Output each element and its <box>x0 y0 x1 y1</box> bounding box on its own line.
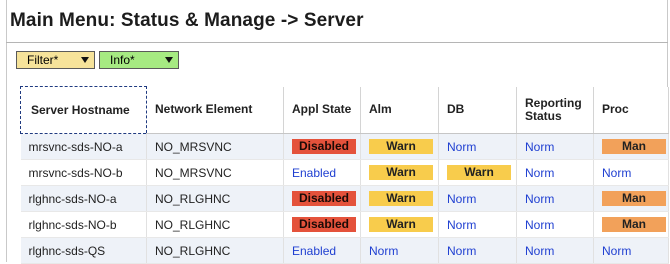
col-header-alm[interactable]: Alm <box>360 86 439 134</box>
cell-alm: Warn <box>360 133 439 160</box>
status-text-norm: Norm <box>447 217 477 232</box>
col-header-db[interactable]: DB <box>438 86 517 134</box>
chevron-down-icon <box>81 57 89 63</box>
cell-rep: Norm <box>516 159 594 186</box>
network-element: NO_MRSVNC <box>155 165 232 180</box>
status-badge-warn: Warn <box>369 139 433 154</box>
server-hostname: mrsvnc-sds-NO-a <box>28 139 123 154</box>
cell-rep: Norm <box>516 237 594 264</box>
cell-db: Warn <box>438 159 517 186</box>
cell-proc: Man <box>593 211 669 238</box>
status-badge-warn: Warn <box>369 217 433 232</box>
status-badge-disabled: Disabled <box>292 217 356 232</box>
cell-rep: Norm <box>516 133 594 160</box>
status-text-norm: Norm <box>525 165 555 180</box>
cell-rep: Norm <box>516 185 594 212</box>
status-text-norm: Norm <box>447 191 477 206</box>
status-badge-man: Man <box>602 191 666 206</box>
network-element: NO_MRSVNC <box>155 139 232 154</box>
cell-alm: Warn <box>360 211 439 238</box>
cell-hostname: rlghnc-sds-NO-a <box>20 185 147 212</box>
cell-ne: NO_RLGHNC <box>146 237 284 264</box>
table-row[interactable]: rlghnc-sds-QS NO_RLGHNC Enabled Norm Norm Nor… <box>20 237 669 264</box>
status-badge-man: Man <box>602 217 666 232</box>
table-header-row: Server Hostname Network Element Appl Sta… <box>20 86 669 134</box>
status-badge-disabled: Disabled <box>292 191 356 206</box>
cell-alm: Warn <box>360 159 439 186</box>
page-title: Main Menu: Status & Manage -> Server <box>10 10 364 31</box>
cell-db: Norm <box>438 185 517 212</box>
status-text-norm: Norm <box>369 243 399 258</box>
server-hostname: rlghnc-sds-QS <box>28 243 106 258</box>
status-badge-warn: Warn <box>369 191 433 206</box>
col-header-appl-state[interactable]: Appl State <box>283 86 361 134</box>
table-row[interactable]: mrsvnc-sds-NO-b NO_MRSVNC Enabled Warn Warn N… <box>20 159 669 186</box>
table-row[interactable]: mrsvnc-sds-NO-a NO_MRSVNC Disabled Warn Norm… <box>20 133 669 160</box>
table-row[interactable]: rlghnc-sds-NO-b NO_RLGHNC Disabled Warn Norm… <box>20 211 669 238</box>
chevron-down-icon <box>165 57 173 63</box>
server-hostname: rlghnc-sds-NO-a <box>28 191 117 206</box>
filter-dropdown[interactable]: Filter* <box>16 51 95 69</box>
cell-appl: Enabled <box>283 159 361 186</box>
cell-hostname: mrsvnc-sds-NO-a <box>20 133 147 160</box>
server-hostname: mrsvnc-sds-NO-b <box>28 165 123 180</box>
cell-ne: NO_RLGHNC <box>146 211 284 238</box>
cell-appl: Disabled <box>283 133 361 160</box>
cell-ne: NO_MRSVNC <box>146 159 284 186</box>
status-text-norm: Norm <box>447 243 477 258</box>
status-text-norm: Norm <box>525 191 555 206</box>
table-row[interactable]: rlghnc-sds-NO-a NO_RLGHNC Disabled Warn Norm… <box>20 185 669 212</box>
network-element: NO_RLGHNC <box>155 191 231 206</box>
cell-proc: Norm <box>593 237 669 264</box>
col-header-network-element[interactable]: Network Element <box>146 86 284 134</box>
cell-proc: Norm <box>593 159 669 186</box>
cell-ne: NO_MRSVNC <box>146 133 284 160</box>
server-table-container: Server Hostname Network Element Appl Sta… <box>20 86 669 264</box>
network-element: NO_RLGHNC <box>155 217 231 232</box>
cell-db: Norm <box>438 133 517 160</box>
col-header-server-hostname[interactable]: Server Hostname <box>20 86 147 134</box>
cell-appl: Disabled <box>283 185 361 212</box>
cell-alm: Warn <box>360 185 439 212</box>
cell-ne: NO_RLGHNC <box>146 185 284 212</box>
cell-hostname: rlghnc-sds-NO-b <box>20 211 147 238</box>
info-dropdown[interactable]: Info* <box>99 51 179 69</box>
status-text-norm: Norm <box>602 165 632 180</box>
col-header-proc[interactable]: Proc <box>593 86 669 134</box>
status-text-norm: Norm <box>525 217 555 232</box>
status-text-norm: Norm <box>602 243 632 258</box>
cell-appl: Enabled <box>283 237 361 264</box>
cell-alm: Norm <box>360 237 439 264</box>
cell-hostname: mrsvnc-sds-NO-b <box>20 159 147 186</box>
status-text-norm: Norm <box>525 139 555 154</box>
cell-db: Norm <box>438 211 517 238</box>
cell-hostname: rlghnc-sds-QS <box>20 237 147 264</box>
cell-appl: Disabled <box>283 211 361 238</box>
status-text-enabled: Enabled <box>292 165 337 180</box>
status-text-norm: Norm <box>525 243 555 258</box>
server-hostname: rlghnc-sds-NO-b <box>28 217 117 232</box>
status-text-norm: Norm <box>447 139 477 154</box>
cell-rep: Norm <box>516 211 594 238</box>
server-table: Server Hostname Network Element Appl Sta… <box>20 86 669 264</box>
status-text-enabled: Enabled <box>292 243 337 258</box>
cell-db: Norm <box>438 237 517 264</box>
status-badge-warn: Warn <box>369 165 433 180</box>
status-badge-man: Man <box>602 139 666 154</box>
cell-proc: Man <box>593 185 669 212</box>
network-element: NO_RLGHNC <box>155 243 231 258</box>
cell-proc: Man <box>593 133 669 160</box>
status-badge-disabled: Disabled <box>292 139 356 154</box>
title-divider <box>6 42 668 43</box>
filter-dropdown-label: Filter* <box>27 53 59 67</box>
col-header-reporting-status[interactable]: Reporting Status <box>516 86 594 134</box>
info-dropdown-label: Info* <box>110 53 135 67</box>
status-badge-warn: Warn <box>447 165 511 180</box>
